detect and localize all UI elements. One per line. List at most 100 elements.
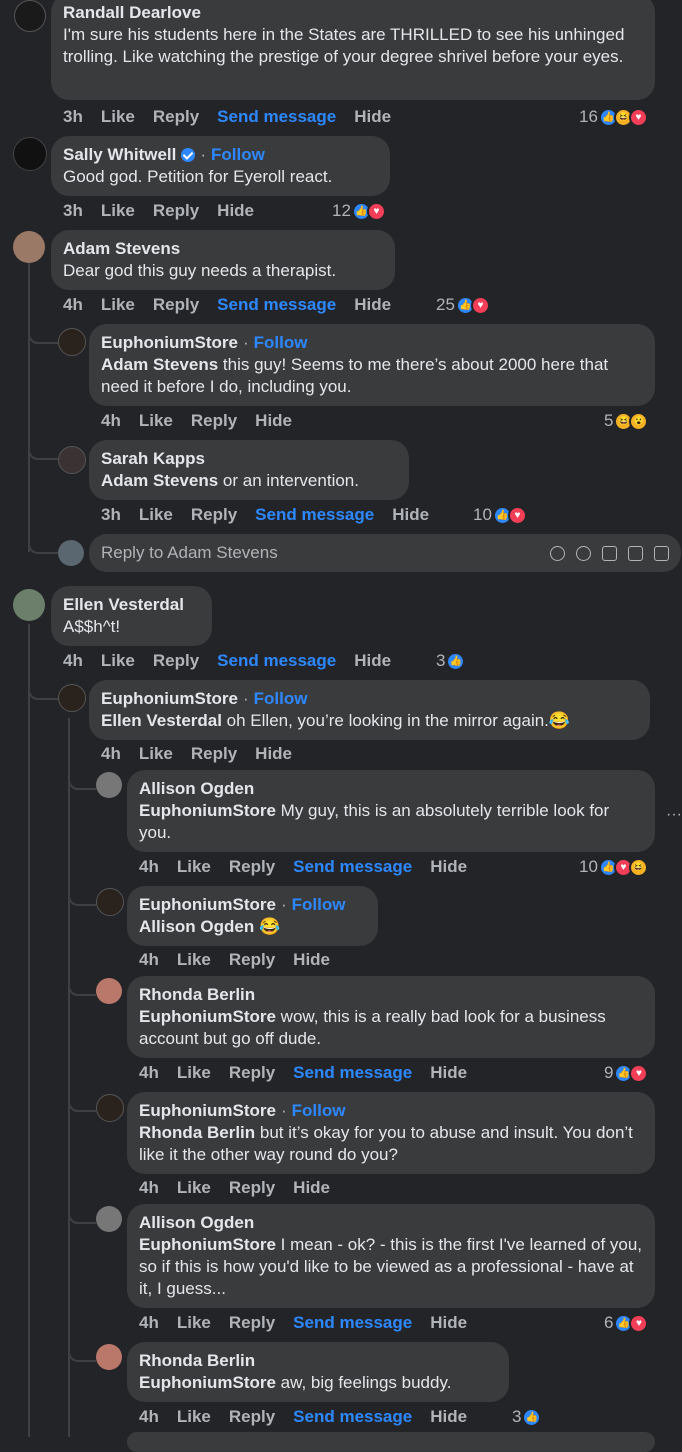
hide-button[interactable]: Hide: [255, 411, 292, 431]
hide-button[interactable]: Hide: [354, 107, 391, 127]
mention-link[interactable]: EuphoniumStore: [139, 801, 276, 820]
hide-button[interactable]: Hide: [430, 1313, 467, 1333]
comment-time[interactable]: 4h: [139, 1178, 159, 1198]
reaction-summary[interactable]: 25 👍 ♥: [436, 294, 490, 316]
mention-link[interactable]: Adam Stevens: [101, 355, 218, 374]
reply-button[interactable]: Reply: [229, 1313, 275, 1333]
comment-author[interactable]: EuphoniumStore: [101, 332, 238, 354]
avatar-sticker-icon[interactable]: [550, 545, 565, 561]
mention-link[interactable]: EuphoniumStore: [139, 1235, 276, 1254]
reaction-summary[interactable]: 5 😆 😮: [604, 410, 649, 432]
comment-author[interactable]: Adam Stevens: [63, 238, 383, 260]
comment-time[interactable]: 4h: [101, 411, 121, 431]
reaction-summary[interactable]: 3 👍: [436, 650, 466, 672]
reaction-summary[interactable]: 9 👍 ♥: [604, 1062, 649, 1084]
like-button[interactable]: Like: [139, 505, 173, 525]
mention-link[interactable]: EuphoniumStore: [139, 1373, 276, 1392]
avatar[interactable]: [96, 772, 122, 798]
reply-button[interactable]: Reply: [229, 950, 275, 970]
avatar[interactable]: [96, 1094, 124, 1122]
avatar[interactable]: [96, 1344, 122, 1370]
like-button[interactable]: Like: [139, 744, 173, 764]
comment-time[interactable]: 4h: [139, 1063, 159, 1083]
reaction-summary[interactable]: 6 👍 ♥: [604, 1312, 649, 1334]
comment-time[interactable]: 4h: [101, 744, 121, 764]
comment-time[interactable]: 3h: [63, 201, 83, 221]
send-message-button[interactable]: Send message: [217, 295, 336, 315]
hide-button[interactable]: Hide: [217, 201, 254, 221]
like-button[interactable]: Like: [101, 201, 135, 221]
send-message-button[interactable]: Send message: [293, 857, 412, 877]
mention-link[interactable]: Allison Ogden: [139, 917, 254, 936]
reply-button[interactable]: Reply: [191, 411, 237, 431]
follow-button[interactable]: Follow: [211, 144, 265, 166]
reply-button[interactable]: Reply: [191, 505, 237, 525]
mention-link[interactable]: EuphoniumStore: [139, 1007, 276, 1026]
like-button[interactable]: Like: [177, 857, 211, 877]
comment-time[interactable]: 4h: [63, 651, 83, 671]
like-button[interactable]: Like: [101, 651, 135, 671]
reply-button[interactable]: Reply: [191, 744, 237, 764]
reaction-summary[interactable]: 10 👍 ♥: [473, 504, 527, 526]
camera-icon[interactable]: [602, 545, 617, 561]
follow-button[interactable]: Follow: [254, 332, 308, 354]
comment-time[interactable]: 4h: [139, 950, 159, 970]
more-options-icon[interactable]: ···: [666, 806, 682, 824]
like-button[interactable]: Like: [177, 1178, 211, 1198]
comment-author[interactable]: EuphoniumStore: [101, 688, 238, 710]
like-button[interactable]: Like: [177, 950, 211, 970]
like-button[interactable]: Like: [177, 1313, 211, 1333]
reply-button[interactable]: Reply: [229, 857, 275, 877]
reply-input[interactable]: Reply to Adam Stevens: [89, 534, 681, 572]
comment-author[interactable]: EuphoniumStore: [139, 894, 276, 916]
hide-button[interactable]: Hide: [430, 1407, 467, 1427]
reply-button[interactable]: Reply: [229, 1178, 275, 1198]
avatar[interactable]: [58, 328, 86, 356]
comment-time[interactable]: 4h: [139, 857, 159, 877]
comment-author[interactable]: Sarah Kapps: [101, 448, 397, 470]
follow-button[interactable]: Follow: [292, 894, 346, 916]
comment-author[interactable]: Allison Ogden: [139, 1212, 643, 1234]
send-message-button[interactable]: Send message: [217, 651, 336, 671]
follow-button[interactable]: Follow: [292, 1100, 346, 1122]
hide-button[interactable]: Hide: [354, 651, 391, 671]
avatar[interactable]: [14, 0, 46, 32]
reply-button[interactable]: Reply: [153, 201, 199, 221]
comment-author[interactable]: Rhonda Berlin: [139, 1350, 497, 1372]
comment-time[interactable]: 3h: [101, 505, 121, 525]
reaction-summary[interactable]: 12 👍 ♥: [332, 200, 386, 222]
follow-button[interactable]: Follow: [254, 688, 308, 710]
avatar[interactable]: [96, 1206, 122, 1232]
like-button[interactable]: Like: [101, 295, 135, 315]
current-user-avatar[interactable]: [58, 540, 84, 566]
comment-time[interactable]: 4h: [139, 1407, 159, 1427]
mention-link[interactable]: Ellen Vesterdal: [101, 711, 222, 730]
avatar[interactable]: [96, 978, 122, 1004]
hide-button[interactable]: Hide: [255, 744, 292, 764]
comment-author[interactable]: Randall Dearlove: [63, 2, 643, 24]
comment-time[interactable]: 4h: [139, 1313, 159, 1333]
send-message-button[interactable]: Send message: [293, 1063, 412, 1083]
hide-button[interactable]: Hide: [430, 1063, 467, 1083]
send-message-button[interactable]: Send message: [217, 107, 336, 127]
hide-button[interactable]: Hide: [354, 295, 391, 315]
like-button[interactable]: Like: [177, 1407, 211, 1427]
reaction-summary[interactable]: 16 👍 😆 ♥: [579, 106, 648, 128]
like-button[interactable]: Like: [139, 411, 173, 431]
reply-button[interactable]: Reply: [153, 651, 199, 671]
comment-author[interactable]: Rhonda Berlin: [139, 984, 643, 1006]
emoji-icon[interactable]: [576, 545, 591, 561]
mention-link[interactable]: Rhonda Berlin: [139, 1123, 255, 1142]
comment-time[interactable]: 4h: [63, 295, 83, 315]
mention-link[interactable]: Adam Stevens: [101, 471, 218, 490]
like-button[interactable]: Like: [101, 107, 135, 127]
like-button[interactable]: Like: [177, 1063, 211, 1083]
avatar[interactable]: [58, 446, 86, 474]
send-message-button[interactable]: Send message: [293, 1407, 412, 1427]
avatar[interactable]: [13, 231, 45, 263]
reaction-summary[interactable]: 10 👍 ♥ 😆: [579, 856, 648, 878]
reply-button[interactable]: Reply: [153, 107, 199, 127]
avatar[interactable]: [96, 888, 124, 916]
sticker-icon[interactable]: [654, 545, 669, 561]
gif-icon[interactable]: [628, 545, 643, 561]
